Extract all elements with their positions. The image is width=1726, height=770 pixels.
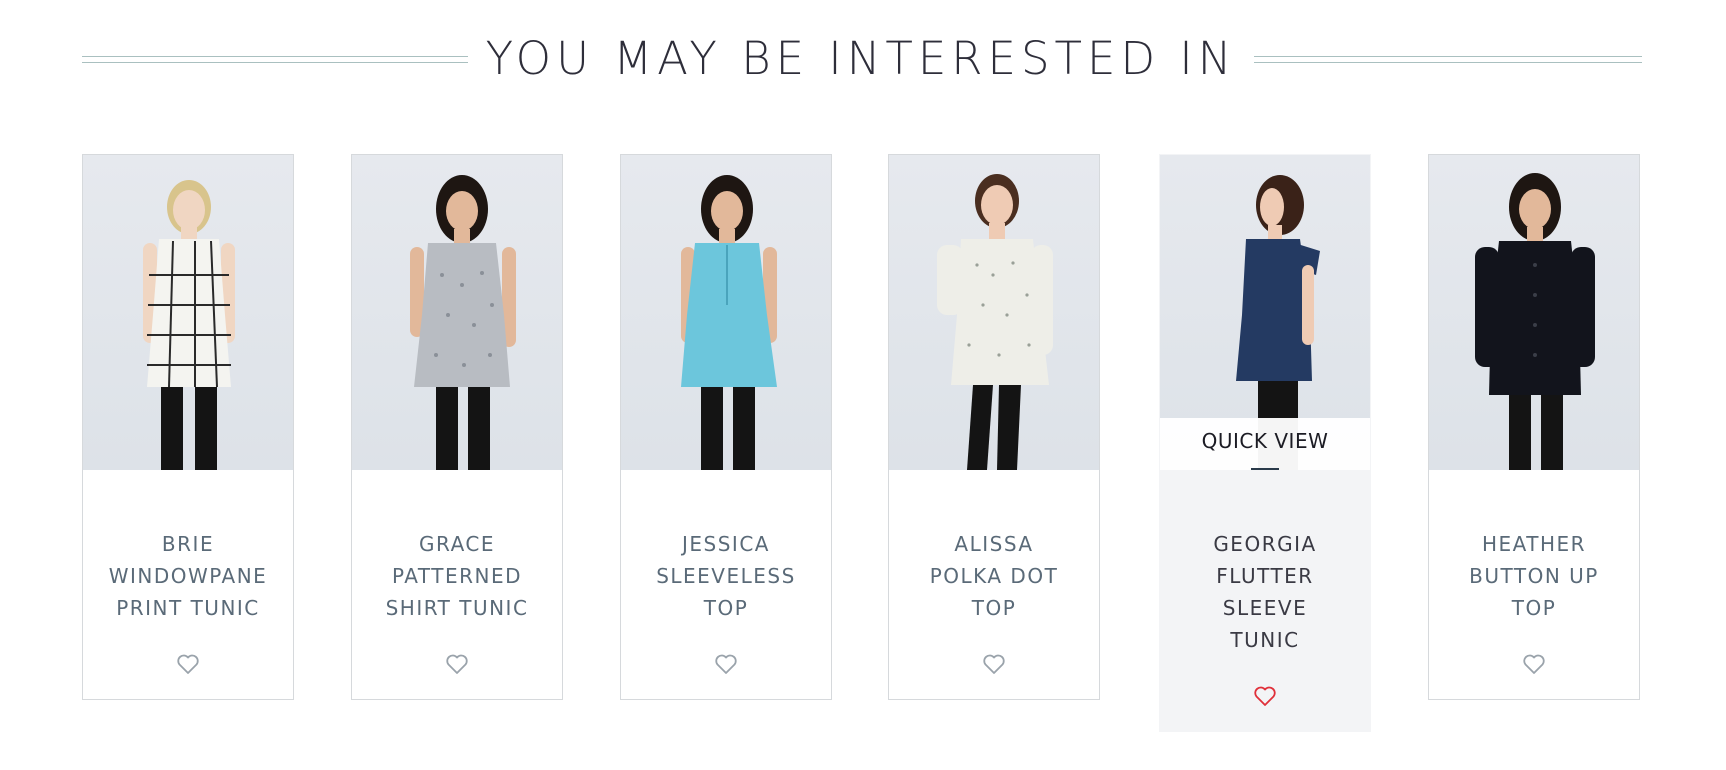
- heart-outline-icon[interactable]: [445, 653, 469, 675]
- product-name-link[interactable]: ALISSA POLKA DOT TOP: [889, 528, 1099, 624]
- product-image[interactable]: [352, 155, 562, 470]
- product-image[interactable]: [621, 155, 831, 470]
- product-image[interactable]: QUICK VIEW: [1160, 155, 1370, 470]
- model-photo: [410, 175, 516, 470]
- product-name-link[interactable]: GRACE PATTERNED SHIRT TUNIC: [352, 528, 562, 624]
- section-title: YOU MAY BE INTERESTED IN: [485, 32, 1237, 85]
- product-card[interactable]: HEATHER BUTTON UP TOP: [1428, 154, 1640, 700]
- product-name-link[interactable]: HEATHER BUTTON UP TOP: [1429, 528, 1639, 624]
- recommendations-section: YOU MAY BE INTERESTED IN BRIE WINDOWPANE…: [0, 0, 1726, 770]
- section-header: YOU MAY BE INTERESTED IN: [82, 28, 1642, 92]
- heart-outline-icon[interactable]: [1522, 653, 1546, 675]
- product-card[interactable]: ALISSA POLKA DOT TOP: [888, 154, 1100, 700]
- model-photo: [1475, 173, 1595, 470]
- quick-view-button[interactable]: QUICK VIEW: [1160, 418, 1370, 470]
- product-card[interactable]: JESSICA SLEEVELESS TOP: [620, 154, 832, 700]
- product-name-link[interactable]: BRIE WINDOWPANE PRINT TUNIC: [83, 528, 293, 624]
- decorative-rule-left: [82, 56, 468, 63]
- product-card[interactable]: BRIE WINDOWPANE PRINT TUNIC: [82, 154, 294, 700]
- model-photo: [681, 175, 777, 470]
- product-name-link[interactable]: GEORGIA FLUTTER SLEEVE TUNIC: [1160, 528, 1370, 656]
- heart-outline-icon[interactable]: [176, 653, 200, 675]
- model-photo: [143, 180, 235, 470]
- product-image[interactable]: [1429, 155, 1639, 470]
- model-photo: [937, 174, 1053, 470]
- product-card-hovered[interactable]: QUICK VIEW GEORGIA FLUTTER SLEEVE TUNIC: [1159, 154, 1371, 732]
- product-image[interactable]: [889, 155, 1099, 470]
- product-name-link[interactable]: JESSICA SLEEVELESS TOP: [621, 528, 831, 624]
- decorative-rule-right: [1254, 56, 1642, 63]
- heart-outline-icon[interactable]: [1253, 685, 1277, 707]
- heart-outline-icon[interactable]: [982, 653, 1006, 675]
- product-image[interactable]: [83, 155, 293, 470]
- product-card[interactable]: GRACE PATTERNED SHIRT TUNIC: [351, 154, 563, 700]
- heart-outline-icon[interactable]: [714, 653, 738, 675]
